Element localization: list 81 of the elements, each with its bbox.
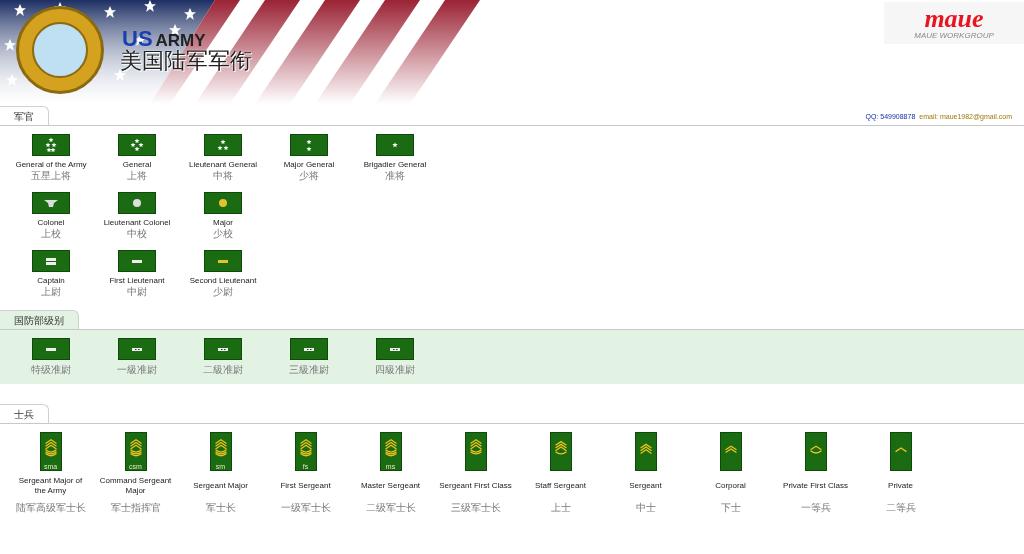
- rank-chinese-name: 一级军士长: [280, 501, 331, 515]
- rank-emblem-icon: [132, 260, 142, 263]
- chevron-icon: [554, 440, 567, 455]
- rank-chinese-name: 二級准尉: [203, 364, 243, 376]
- rank-name: Sergeant: [628, 480, 663, 492]
- rank-chinese-name: 特级准尉: [31, 364, 71, 376]
- rank-emblem-icon: [133, 199, 141, 207]
- rank-chinese-name: 少校: [213, 228, 233, 240]
- rank-emblem-icon: [44, 200, 58, 207]
- rank-chinese-name: 中校: [127, 228, 147, 240]
- rank-emblem-icon: [46, 348, 56, 351]
- rank-chinese-name: 军士长: [205, 501, 236, 515]
- chevron-icon: [214, 439, 227, 457]
- rank-name: Corporal: [714, 480, 747, 492]
- rank-name: Sergeant First Class: [438, 480, 513, 492]
- rank-emblem-icon: [130, 138, 144, 152]
- rank-chinese-name: 准将: [385, 170, 405, 182]
- rank-name: Master Sergeant: [359, 480, 422, 492]
- chevron-icon: [44, 439, 57, 457]
- rank-name: First Sergeant: [279, 480, 332, 492]
- rank-emblem-icon: [219, 199, 227, 207]
- rank-chinese-name: 少将: [299, 170, 319, 182]
- chevron-icon: [129, 439, 142, 457]
- rank-emblem-icon: [390, 348, 400, 351]
- rank-emblem-icon: [218, 348, 228, 351]
- rank-name: Private First Class: [782, 480, 849, 492]
- logo-text: maue: [924, 6, 984, 32]
- rank-chinese-name: 陆军高级军士长: [15, 501, 86, 515]
- rank-emblem-icon: [392, 142, 398, 148]
- rank-name: Lieutenant Colonel: [103, 218, 171, 228]
- rank-name: Colonel: [37, 218, 65, 228]
- chevron-icon: [894, 447, 907, 453]
- rank-name: Captain: [37, 276, 65, 286]
- logo-subtitle: MAUE WORKGROUP: [914, 32, 994, 40]
- rank-emblem-icon: [306, 139, 312, 152]
- rank-chinese-name: 一等兵: [800, 501, 831, 515]
- rank-name: Sergeant Major: [192, 480, 249, 492]
- rank-chinese-name: 下士: [720, 501, 741, 515]
- brand-us: US: [122, 28, 153, 50]
- rank-chinese-name: 上士: [550, 501, 571, 515]
- rank-emblem-icon: [217, 139, 229, 151]
- rank-chinese-name: 三級准尉: [289, 364, 329, 376]
- rank-name: Brigadier General: [363, 160, 427, 170]
- rank-emblem-icon: [45, 137, 57, 153]
- rank-name: Second Lieutenant: [189, 276, 257, 286]
- chevron-icon: [639, 443, 652, 455]
- rank-chinese-name: 军士指挥官: [110, 501, 161, 515]
- rank-name: First Lieutenant: [109, 276, 165, 286]
- rank-name: Major: [213, 218, 233, 228]
- chevron-icon: [469, 439, 482, 455]
- brand-army: ARMY: [155, 32, 206, 49]
- rank-chinese-name: 二等兵: [885, 501, 916, 515]
- rank-chinese-name: 四級准尉: [375, 364, 415, 376]
- rank-emblem-icon: [304, 348, 314, 351]
- chevron-icon: [384, 439, 397, 457]
- rank-emblem-icon: [132, 348, 142, 351]
- rank-chinese-name: 中尉: [127, 286, 147, 298]
- rank-name: General: [122, 160, 152, 170]
- rank-emblem-icon: [218, 260, 228, 263]
- rank-chinese-name: 上校: [41, 228, 61, 240]
- rank-name: Lieutenant General: [188, 160, 258, 170]
- rank-name: Major General: [283, 160, 335, 170]
- rank-name: Staff Sergeant: [534, 480, 587, 492]
- chevron-icon: [809, 445, 822, 454]
- chevron-icon: [724, 445, 737, 454]
- rank-name: Sergeant Major of the Army: [17, 475, 84, 497]
- rank-chinese-name: 三级军士长: [450, 501, 501, 515]
- rank-chinese-name: 中士: [635, 501, 656, 515]
- rank-chinese-name: 中将: [213, 170, 233, 182]
- rank-name: General of the Army: [15, 160, 87, 170]
- rank-emblem-icon: [46, 258, 56, 265]
- rank-name: Private: [887, 480, 914, 492]
- chevron-icon: [299, 439, 312, 457]
- rank-chinese-name: 少尉: [213, 286, 233, 298]
- page-title: 美国陆军军衔: [120, 50, 252, 72]
- rank-chinese-name: 二级军士长: [365, 501, 416, 515]
- rank-chinese-name: 一級准尉: [117, 364, 157, 376]
- rank-chinese-name: 五星上将: [31, 170, 71, 182]
- rank-chinese-name: 上将: [127, 170, 147, 182]
- rank-name: Command Sergeant Major: [98, 475, 173, 497]
- rank-chinese-name: 上尉: [41, 286, 61, 298]
